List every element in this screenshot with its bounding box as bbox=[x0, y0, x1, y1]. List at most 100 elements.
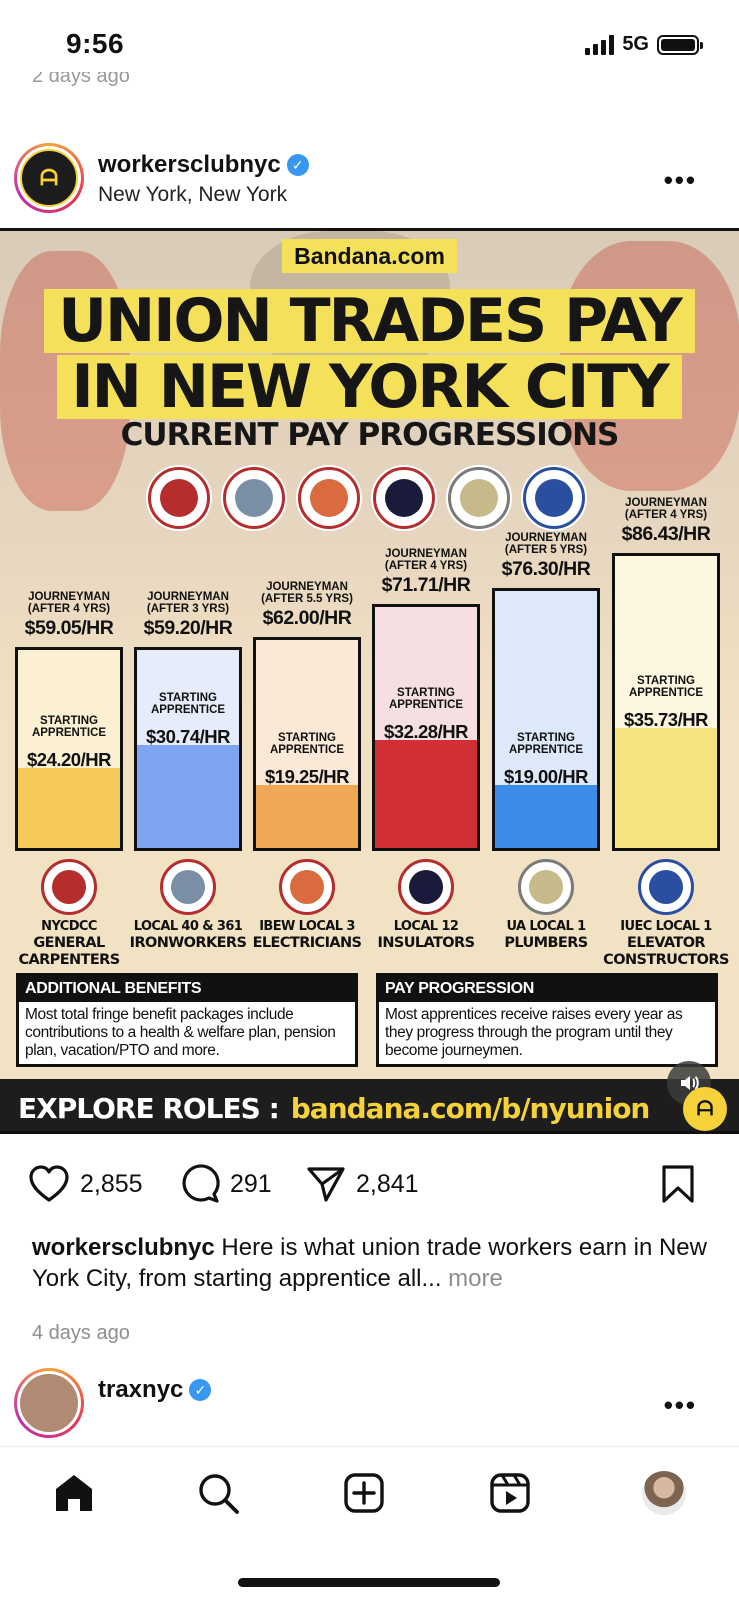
starting-apprentice-bar bbox=[375, 740, 477, 848]
post-avatar[interactable]: ᗩ bbox=[14, 143, 84, 213]
starting-apprentice-bar bbox=[18, 768, 120, 848]
next-post-username[interactable]: traxnyc ✓ bbox=[98, 1376, 212, 1404]
journeyman-label: JOURNEYMAN (AFTER 5 YRS) bbox=[504, 532, 588, 556]
trade-label: IUEC LOCAL 1 ELEVATOR CONSTRUCTORS bbox=[603, 919, 729, 968]
starting-rate: $35.73/HR bbox=[624, 709, 708, 730]
more-options-icon[interactable]: ••• bbox=[664, 1390, 697, 1421]
starting-apprentice-label: STARTING APPRENTICE $19.00/HR bbox=[495, 732, 597, 788]
trade-label: LOCAL 40 & 361 IRONWORKERS bbox=[129, 919, 247, 951]
like-button[interactable]: 2,855 bbox=[28, 1164, 143, 1204]
journeyman-bar: STARTING APPRENTICE $32.28/HR bbox=[372, 604, 480, 851]
post-time-ago: 4 days ago bbox=[32, 1322, 130, 1344]
progression-heading: PAY PROGRESSION bbox=[379, 976, 715, 1002]
journeyman-header: JOURNEYMAN (AFTER 4 YRS) $86.43/HR bbox=[602, 497, 730, 546]
journeyman-label: JOURNEYMAN (AFTER 4 YRS) bbox=[384, 548, 468, 572]
journeyman-rate: $62.00/HR bbox=[262, 607, 352, 629]
journeyman-rate: $71.71/HR bbox=[381, 574, 471, 596]
post-caption: workersclubnyc Here is what union trade … bbox=[32, 1232, 712, 1294]
search-icon bbox=[199, 1474, 239, 1514]
title-line-1: UNION TRADES PAY bbox=[44, 289, 695, 353]
starting-apprentice-bar bbox=[615, 728, 717, 848]
starting-rate: $32.28/HR bbox=[384, 721, 468, 742]
additional-benefits-box: ADDITIONAL BENEFITS Most total fringe be… bbox=[16, 973, 358, 1067]
previous-post-time: 2 days ago bbox=[32, 72, 130, 86]
like-count[interactable]: 2,855 bbox=[80, 1170, 143, 1199]
journeyman-rate: $76.30/HR bbox=[501, 558, 591, 580]
save-button[interactable] bbox=[661, 1164, 695, 1209]
nav-reels[interactable] bbox=[486, 1469, 534, 1517]
verified-badge-icon: ✓ bbox=[286, 154, 309, 176]
journeyman-rate: $59.05/HR bbox=[24, 617, 114, 639]
pay-chart: JOURNEYMAN (AFTER 4 YRS) $59.05/HR STARTING… bbox=[0, 497, 739, 851]
caption-more-link[interactable]: more bbox=[448, 1265, 503, 1292]
username-text[interactable]: workersclubnyc bbox=[98, 151, 281, 179]
nav-search[interactable] bbox=[194, 1469, 242, 1517]
status-time: 9:56 bbox=[66, 28, 125, 59]
bar-1: JOURNEYMAN (AFTER 4 YRS) $59.05/HR STARTING… bbox=[15, 501, 123, 851]
starting-apprentice-label: STARTING APPRENTICE $35.73/HR bbox=[615, 675, 717, 731]
starting-apprentice-bar bbox=[137, 745, 239, 848]
union-seals-bottom bbox=[0, 855, 739, 919]
comment-icon bbox=[182, 1164, 220, 1203]
post-actions: 2,855 291 2,841 bbox=[0, 1160, 739, 1210]
journeyman-bar: STARTING APPRENTICE $30.74/HR bbox=[134, 647, 242, 851]
create-icon bbox=[344, 1473, 384, 1513]
journeyman-header: JOURNEYMAN (AFTER 4 YRS) $71.71/HR bbox=[362, 548, 490, 597]
brand-logo: Bandana.com bbox=[0, 239, 739, 273]
benefits-heading: ADDITIONAL BENEFITS bbox=[19, 976, 355, 1002]
signal-icon bbox=[585, 34, 615, 55]
next-post-header: traxnyc ✓ ••• bbox=[0, 1360, 739, 1446]
share-button[interactable]: 2,841 bbox=[306, 1164, 419, 1204]
starting-apprentice-bar bbox=[256, 785, 358, 848]
trade-label: NYCDCC GENERAL CARPENTERS bbox=[18, 919, 120, 968]
union-seal-icon bbox=[279, 859, 335, 915]
pay-progression-box: PAY PROGRESSION Most apprentices receive… bbox=[376, 973, 718, 1067]
journeyman-rate: $59.20/HR bbox=[143, 617, 233, 639]
heart-icon bbox=[29, 1165, 69, 1202]
next-username-text[interactable]: traxnyc bbox=[98, 1376, 183, 1404]
journeyman-header: JOURNEYMAN (AFTER 5.5 YRS) $62.00/HR bbox=[243, 581, 371, 630]
image-title: UNION TRADES PAY IN NEW YORK CITY bbox=[0, 289, 739, 421]
journeyman-label: JOURNEYMAN (AFTER 4 YRS) bbox=[27, 591, 111, 615]
post-username[interactable]: workersclubnyc ✓ bbox=[98, 151, 309, 179]
comment-button[interactable]: 291 bbox=[180, 1164, 272, 1204]
bookmark-icon bbox=[662, 1165, 694, 1203]
journeyman-header: JOURNEYMAN (AFTER 4 YRS) $59.05/HR bbox=[5, 591, 133, 640]
next-post-avatar[interactable] bbox=[14, 1368, 84, 1438]
journeyman-header: JOURNEYMAN (AFTER 5 YRS) $76.30/HR bbox=[482, 532, 610, 581]
starting-rate: $30.74/HR bbox=[146, 726, 230, 747]
profile-avatar bbox=[642, 1471, 686, 1515]
journeyman-bar: STARTING APPRENTICE $19.25/HR bbox=[253, 637, 361, 851]
nav-create[interactable] bbox=[340, 1469, 388, 1517]
more-options-icon[interactable]: ••• bbox=[664, 165, 697, 196]
union-seal-icon bbox=[638, 859, 694, 915]
starting-apprentice-bar bbox=[495, 785, 597, 848]
battery-icon bbox=[657, 34, 703, 55]
progression-text: Most apprentices receive raises every ye… bbox=[385, 1006, 683, 1059]
title-line-2: IN NEW YORK CITY bbox=[57, 355, 682, 419]
journeyman-bar: STARTING APPRENTICE $19.00/HR bbox=[492, 588, 600, 851]
post-location[interactable]: New York, New York bbox=[98, 183, 287, 207]
starting-apprentice-label: STARTING APPRENTICE $30.74/HR bbox=[137, 692, 239, 748]
trade-label: UA LOCAL 1 PLUMBERS bbox=[504, 919, 588, 951]
bar-3: JOURNEYMAN (AFTER 5.5 YRS) $62.00/HR STARTI… bbox=[253, 501, 361, 851]
nav-profile[interactable] bbox=[640, 1469, 688, 1517]
bar-2: JOURNEYMAN (AFTER 3 YRS) $59.20/HR STARTING… bbox=[134, 501, 242, 851]
home-indicator bbox=[238, 1578, 500, 1587]
starting-rate: $19.00/HR bbox=[504, 766, 588, 787]
network-label: 5G bbox=[622, 33, 649, 55]
journeyman-label: JOURNEYMAN (AFTER 3 YRS) bbox=[146, 591, 230, 615]
workers-club-logo-icon: ᗩ bbox=[20, 149, 78, 207]
comment-count[interactable]: 291 bbox=[230, 1170, 272, 1199]
send-icon bbox=[307, 1167, 345, 1202]
share-count[interactable]: 2,841 bbox=[356, 1170, 419, 1199]
nav-home[interactable] bbox=[50, 1469, 98, 1517]
post-header: ᗩ workersclubnyc ✓ New York, New York ••… bbox=[0, 135, 739, 225]
journeyman-header: JOURNEYMAN (AFTER 3 YRS) $59.20/HR bbox=[124, 591, 252, 640]
journeyman-label: JOURNEYMAN (AFTER 5.5 YRS) bbox=[261, 581, 353, 605]
union-seal-icon bbox=[398, 859, 454, 915]
starting-rate: $24.20/HR bbox=[27, 749, 111, 770]
caption-username[interactable]: workersclubnyc bbox=[32, 1234, 215, 1261]
post-image[interactable]: Bandana.com UNION TRADES PAY IN NEW YORK… bbox=[0, 228, 739, 1134]
trade-label: LOCAL 12 INSULATORS bbox=[377, 919, 476, 951]
